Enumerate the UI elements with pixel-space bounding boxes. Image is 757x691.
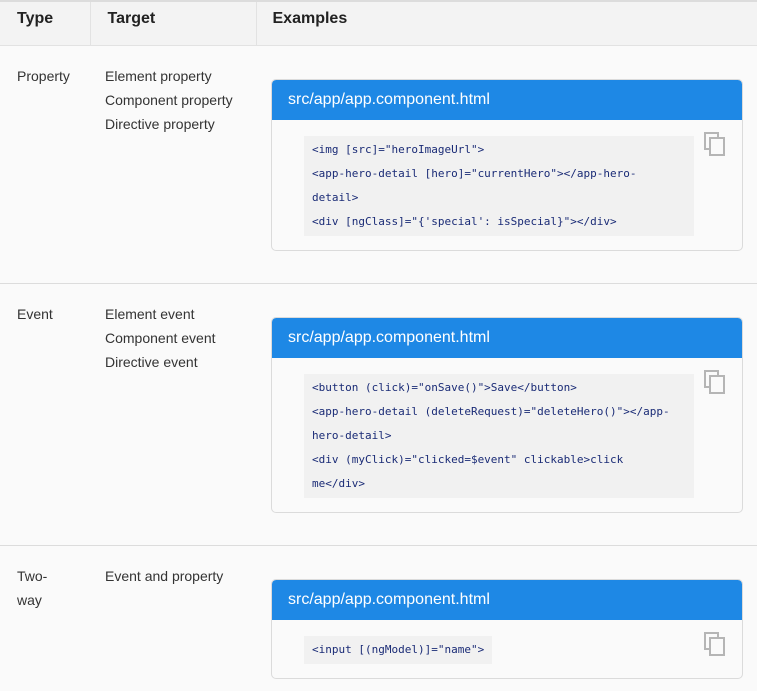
code-block[interactable]: <button (click)="onSave()">Save</button>… <box>304 373 694 498</box>
code-line: <button (click)="onSave()">Save</button> <box>312 380 577 394</box>
code-block[interactable]: <input [(ngModel)]="name"> <box>304 635 493 664</box>
table-row: Two- way Event and property src/app/app.… <box>0 545 757 691</box>
target-item: Element property <box>105 67 212 84</box>
code-example-card: src/app/app.component.html <button (clic… <box>271 316 743 513</box>
table-row: Event Element event Component event Dire… <box>0 283 757 545</box>
type-cell: Property <box>0 45 90 283</box>
type-cell: Event <box>0 283 90 545</box>
examples-cell: src/app/app.component.html <input [(ngMo… <box>256 545 757 691</box>
target-cell: Event and property <box>90 545 256 691</box>
code-line: me</div> <box>312 476 365 490</box>
code-block[interactable]: <img [src]="heroImageUrl"> <app-hero-det… <box>304 135 694 236</box>
type-label: Event <box>17 305 53 322</box>
code-line: <input [(ngModel)]="name"> <box>312 642 485 656</box>
code-line: <div (myClick)="clicked=$event" clickabl… <box>312 452 624 466</box>
code-example-card: src/app/app.component.html <input [(ngMo… <box>271 578 743 679</box>
type-label-line: way <box>17 591 42 608</box>
copy-icon[interactable] <box>704 369 726 394</box>
examples-cell: src/app/app.component.html <img [src]="h… <box>256 45 757 283</box>
target-cell: Element event Component event Directive … <box>90 283 256 545</box>
code-line: <app-hero-detail [hero]="currentHero"></… <box>312 166 637 180</box>
table-header-row: Type Target Examples <box>0 0 757 46</box>
code-example-card: src/app/app.component.html <img [src]="h… <box>271 78 743 251</box>
type-cell: Two- way <box>0 545 90 691</box>
examples-cell: src/app/app.component.html <button (clic… <box>256 283 757 545</box>
code-example-filename: src/app/app.component.html <box>272 317 742 358</box>
code-line: <img [src]="heroImageUrl"> <box>312 142 485 156</box>
target-item: Directive property <box>105 115 215 132</box>
code-line: hero-detail> <box>312 428 392 442</box>
target-item: Directive event <box>105 353 198 370</box>
code-example-body: <button (click)="onSave()">Save</button>… <box>272 358 742 512</box>
table-row: Property Element property Component prop… <box>0 45 757 283</box>
code-example-filename: src/app/app.component.html <box>272 579 742 620</box>
code-line: detail> <box>312 190 359 204</box>
type-label: Two- way <box>17 564 57 612</box>
code-example-body: <img [src]="heroImageUrl"> <app-hero-det… <box>272 120 742 250</box>
copy-icon[interactable] <box>704 131 726 156</box>
type-label-line: Two- <box>17 567 48 584</box>
column-header-type: Type <box>0 0 90 46</box>
target-item: Component event <box>105 329 216 346</box>
code-line: <app-hero-detail (deleteRequest)="delete… <box>312 404 670 418</box>
binding-types-table: Type Target Examples Property Element pr… <box>0 0 757 691</box>
code-example-body: <input [(ngModel)]="name"> <box>272 620 742 678</box>
target-item: Element event <box>105 305 195 322</box>
target-item: Component property <box>105 91 233 108</box>
target-item: Event and property <box>105 567 224 584</box>
type-label: Property <box>17 67 70 84</box>
column-header-target: Target <box>89 0 256 46</box>
column-header-examples: Examples <box>255 0 757 46</box>
code-example-filename: src/app/app.component.html <box>272 79 742 120</box>
copy-icon[interactable] <box>704 631 726 656</box>
code-line: <div [ngClass]="{'special': isSpecial}">… <box>312 214 617 228</box>
target-cell: Element property Component property Dire… <box>90 45 256 283</box>
